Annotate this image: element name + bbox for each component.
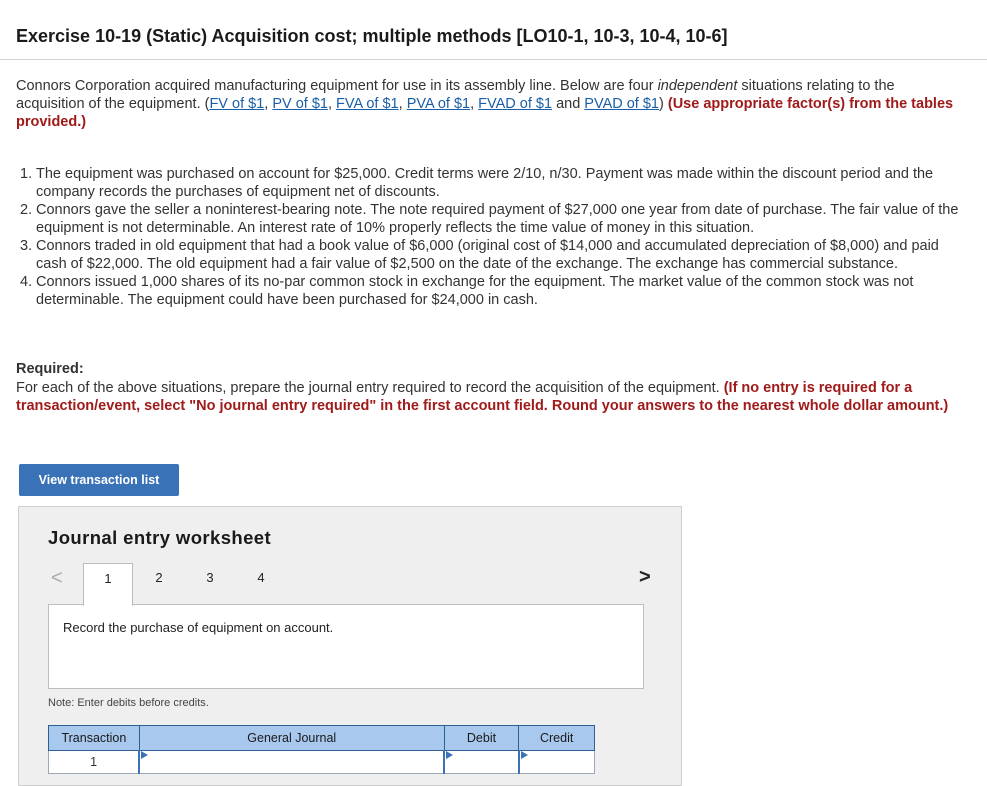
link-fva[interactable]: FVA of $1 [336, 96, 399, 112]
credit-input[interactable] [517, 750, 595, 774]
item-text: Connors traded in old equipment that had… [36, 238, 939, 272]
list-item: 4. Connors issued 1,000 shares of its no-… [16, 273, 961, 309]
entry-note: Note: Enter debits before credits. [48, 697, 209, 709]
description-panel: Record the purchase of equipment on acco… [48, 604, 644, 689]
intro-text-before: Connors Corporation acquired manufacturi… [16, 78, 658, 94]
column-header-transaction: Transaction [48, 725, 140, 751]
intro-emphasis: independent [657, 78, 738, 94]
item-number: 4. [20, 274, 33, 290]
link-pva[interactable]: PVA of $1 [407, 96, 470, 112]
table-row: 1 [48, 750, 595, 774]
input-caret-icon [446, 751, 454, 759]
tab-label: 4 [257, 570, 265, 585]
table-header-row: Transaction General Journal Debit Credit [48, 725, 595, 751]
separator: , [327, 96, 337, 112]
link-pv[interactable]: PV of $1 [272, 96, 328, 112]
debit-input[interactable] [443, 750, 520, 774]
column-header-general-journal: General Journal [138, 725, 445, 751]
tab-label: 3 [206, 570, 214, 585]
item-text: The equipment was purchased on account f… [36, 166, 934, 200]
tab-3[interactable]: 3 [185, 563, 235, 605]
account-input[interactable] [138, 750, 445, 774]
chevron-right-icon[interactable]: > [639, 566, 651, 589]
list-item: 3. Connors traded in old equipment that h… [16, 237, 961, 273]
title-divider [0, 59, 987, 60]
item-number: 1. [20, 166, 33, 182]
item-text: Connors issued 1,000 shares of its no-pa… [36, 274, 914, 308]
list-item: 1. The equipment was purchased on account… [16, 165, 961, 201]
separator: , [470, 96, 479, 112]
tab-label: 1 [104, 571, 112, 586]
input-caret-icon [520, 751, 528, 759]
link-fv[interactable]: FV of $1 [209, 96, 264, 112]
item-text: Connors gave the seller a noninterest-be… [36, 202, 959, 236]
tab-4[interactable]: 4 [236, 563, 286, 605]
tab-2[interactable]: 2 [134, 563, 184, 605]
journal-entry-worksheet: Journal entry worksheet < 1 2 3 4 > Reco… [18, 506, 682, 786]
item-number: 3. [20, 238, 33, 254]
page-title: Exercise 10-19 (Static) Acquisition cost… [16, 26, 728, 46]
chevron-left-icon[interactable]: < [51, 567, 63, 590]
column-header-credit: Credit [518, 725, 595, 751]
link-pvad[interactable]: PVAD of $1 [584, 96, 659, 112]
separator: , [398, 96, 407, 112]
view-transaction-list-button[interactable]: View transaction list [19, 464, 179, 496]
list-item: 2. Connors gave the seller a noninterest-… [16, 201, 961, 237]
entry-description: Record the purchase of equipment on acco… [63, 620, 334, 635]
required-paragraph: For each of the above situations, prepar… [16, 379, 961, 415]
link-fvad[interactable]: FVAD of $1 [478, 96, 552, 112]
dropdown-caret-icon [141, 751, 149, 759]
required-text: For each of the above situations, prepar… [16, 380, 724, 396]
situations-list: 1. The equipment was purchased on account… [16, 165, 961, 309]
and-text: and [552, 96, 585, 112]
item-number: 2. [20, 202, 33, 218]
intro-paragraph: Connors Corporation acquired manufacturi… [16, 77, 961, 131]
tab-label: 2 [155, 570, 163, 585]
required-heading: Required: [16, 361, 84, 377]
column-header-debit: Debit [443, 725, 520, 751]
tab-1[interactable]: 1 [83, 563, 133, 606]
worksheet-title: Journal entry worksheet [48, 527, 272, 548]
journal-table: Transaction General Journal Debit Credit… [48, 725, 595, 774]
transaction-cell: 1 [48, 750, 140, 774]
